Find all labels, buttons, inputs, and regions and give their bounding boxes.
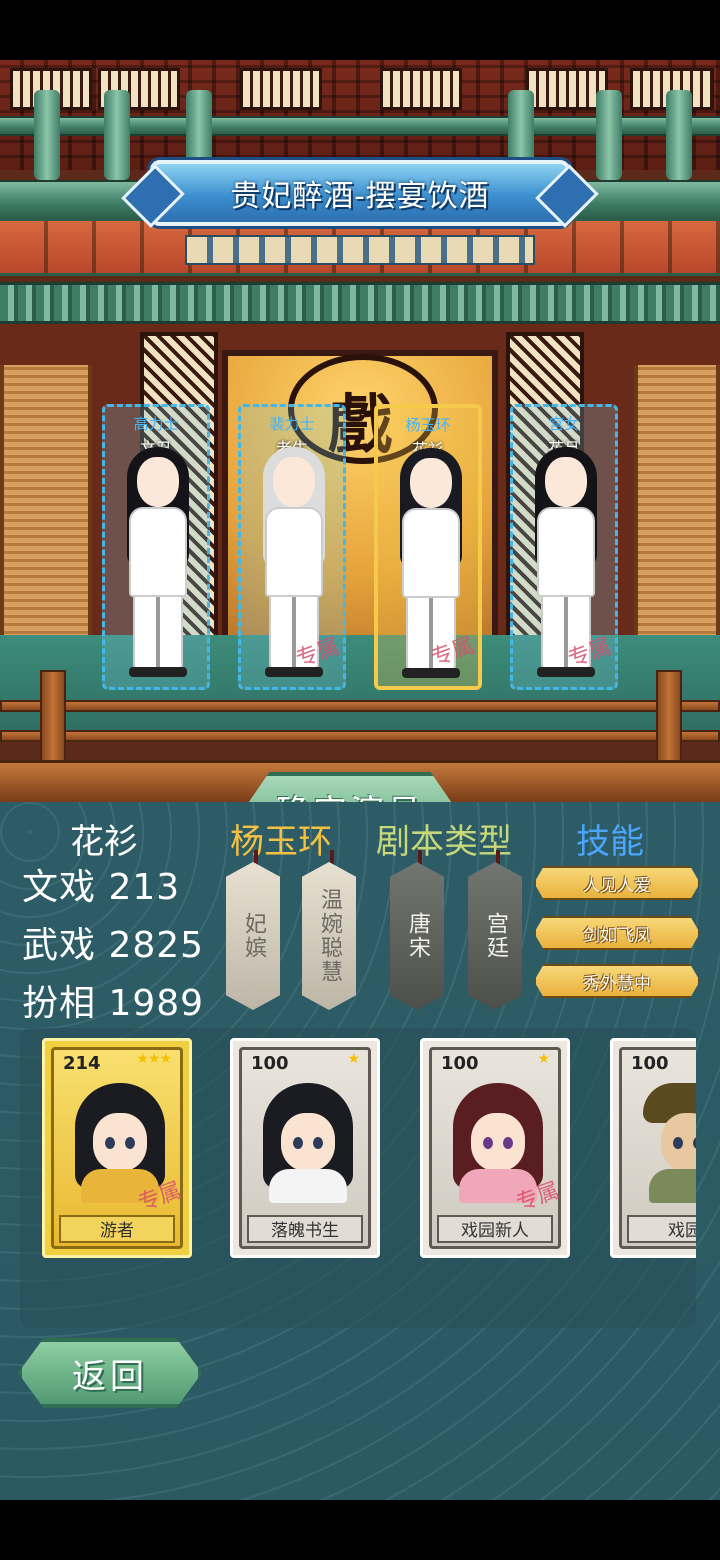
lattice-window [240,68,322,110]
card-name: 游者 [59,1215,175,1243]
skill-badge-2[interactable]: 剑如飞凤 [534,916,700,950]
top-black-bar [0,0,720,60]
slot-role: 裴力士 [269,415,315,433]
card-portrait [75,1083,165,1203]
stat-martial: 武戏 2825 [22,925,205,966]
tag-text: 宫廷 [483,912,508,960]
lattice-window [380,68,462,110]
upper-railing [0,282,720,324]
green-pillar [34,90,60,180]
actor-card-4[interactable]: 100 戏园 [610,1038,696,1258]
card-portrait [643,1083,696,1203]
card-stars: ★★★ [136,1051,172,1067]
card-portrait [453,1083,543,1203]
card-stars: ★ [347,1051,360,1067]
card-name: 戏园 [627,1215,696,1243]
skill-header: 技能 [576,822,644,862]
info-panel: 花衫 杨玉环 剧本类型 技能 文戏 213 武戏 2825 扮相 1989 妃嫔… [0,802,720,1500]
skill-badge-3[interactable]: 秀外慧中 [534,964,700,998]
card-level: 214 [63,1053,101,1074]
card-name: 戏园新人 [437,1215,553,1243]
card-name: 落魄书生 [247,1215,363,1243]
actor-slot-4[interactable]: 宫女 花旦 专属 [510,404,618,690]
actor-card-3[interactable]: 100 ★ 专属 戏园新人 [420,1038,570,1258]
card-level: 100 [441,1053,479,1074]
green-pillar [104,90,130,180]
title-plaque: 贵妃醉酒-摆宴饮酒 [150,160,570,226]
skill-text: 人见人爱 [583,875,651,896]
genre-tag-2: 宫廷 [468,862,522,1010]
tag-text: 唐宋 [405,912,430,960]
actor-card-1[interactable]: 214 ★★★ 专属 游者 [42,1038,192,1258]
stat-literary: 文戏 213 [22,867,181,908]
character-tag-1: 妃嫔 [226,862,280,1010]
skill-badge-1[interactable]: 人见人爱 [534,866,700,900]
actor-figure [123,447,193,677]
tag-text: 妃嫔 [241,912,266,960]
stat-appearance: 扮相 1989 [22,983,205,1024]
card-level: 100 [631,1053,669,1074]
actor-slot-3[interactable]: 杨玉环 花衫 专属 [374,404,482,690]
green-pillar [666,90,692,180]
back-label: 返回 [72,1356,148,1397]
actor-slot-1[interactable]: 高力士 文丑 [102,404,210,690]
actor-card-2[interactable]: 100 ★ 落魄书生 [230,1038,380,1258]
slot-role: 宫女 [548,415,579,433]
genre-tag-1: 唐宋 [390,862,444,1010]
skill-text: 秀外慧中 [583,973,651,994]
front-fence [0,670,720,768]
confirm-actors-button[interactable]: 确定演员 [244,772,456,802]
bottom-black-bar [0,1500,720,1560]
stage-scene: 贵妃醉酒-摆宴饮酒 戲 高力士 文丑 裴力士 老生 专属 [0,60,720,802]
character-tag-2: 温婉聪慧 [302,862,356,1010]
slot-role: 高力士 [133,415,179,433]
character-header: 杨玉环 [230,822,332,862]
slot-role: 杨玉环 [405,416,451,434]
green-pillar [596,90,622,180]
genre-header: 剧本类型 [376,822,512,862]
role-type-header: 花衫 [70,822,138,862]
tag-text: 温婉聪慧 [317,888,342,984]
actor-slot-2[interactable]: 裴力士 老生 专属 [238,404,346,690]
scene-title: 贵妃醉酒-摆宴饮酒 [230,179,490,214]
skill-text: 剑如飞凤 [583,925,651,946]
card-level: 100 [251,1053,289,1074]
card-stars: ★ [537,1051,550,1067]
confirm-label: 确定演员 [276,785,424,803]
card-portrait [263,1083,353,1203]
back-button[interactable]: 返回 [18,1338,202,1408]
actor-card-tray[interactable]: 214 ★★★ 专属 游者 100 ★ 落魄书生 100 ★ 专属 戏园新人 1… [20,1028,696,1328]
ornament-strip [0,218,720,276]
